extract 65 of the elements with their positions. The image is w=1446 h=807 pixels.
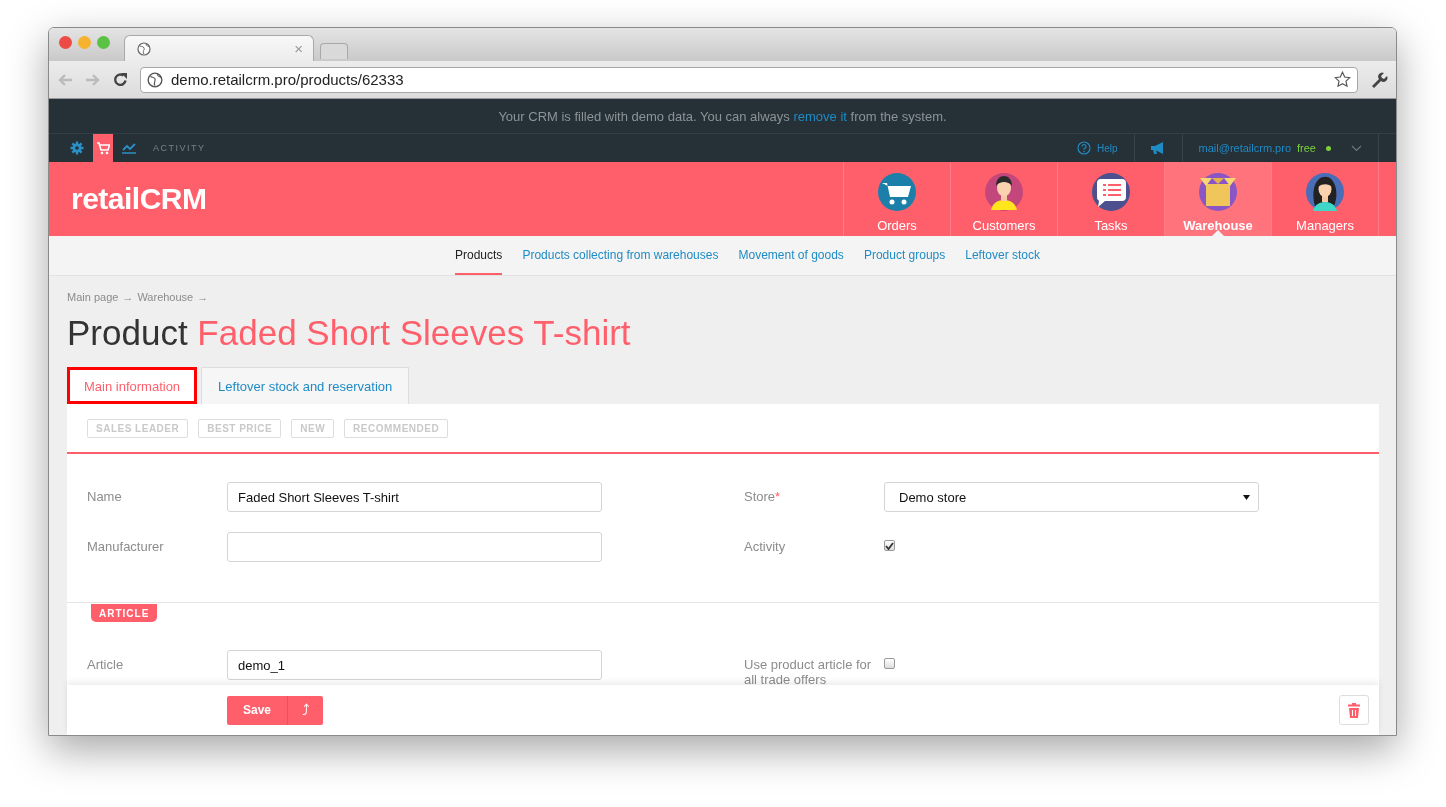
nav-item[interactable]: Orders (844, 162, 951, 236)
delete-button[interactable] (1339, 695, 1369, 725)
address-bar[interactable]: demo.retailcrm.pro/products/62333 (140, 66, 1358, 93)
checkbox[interactable] (884, 540, 895, 551)
field-label: Store* (744, 488, 782, 504)
help-icon (1077, 141, 1091, 155)
section-label: ACTIVITY (153, 143, 206, 153)
tab[interactable]: Leftover stock and reservation (201, 367, 410, 404)
text-field[interactable]: Faded Short Sleeves T-shirt (227, 482, 602, 512)
field-label: Name (87, 488, 123, 504)
text-field[interactable]: demo_1 (227, 650, 602, 680)
field-label: Activity (744, 538, 787, 554)
field-label: Manufacturer (87, 538, 165, 554)
chevron-down-icon[interactable] (1351, 144, 1362, 152)
demo-notice: Your CRM is filled with demo data. You can always remove it from the system. (498, 108, 947, 124)
logo[interactable]: retailCRM (71, 182, 207, 216)
nav-item[interactable]: Customers (951, 162, 1058, 236)
person-icon (984, 171, 1024, 212)
section-tag: ARTICLE (91, 604, 158, 622)
tab[interactable]: Main information (67, 367, 198, 404)
plan-label: free (1297, 142, 1316, 154)
subnav-link[interactable]: Product groups (863, 236, 946, 275)
nav-item[interactable]: Warehouse (1165, 162, 1272, 236)
page-title: Product Faded Short Sleeves T-shirt (67, 313, 632, 353)
nav-item[interactable]: Managers (1272, 162, 1379, 236)
subnav-link[interactable]: Products collecting from warehouses (522, 236, 719, 275)
browser-tab[interactable]: × (124, 35, 314, 61)
chart-icon (122, 142, 136, 154)
caret-icon (1243, 494, 1250, 500)
box-icon (1198, 171, 1238, 212)
reload-icon[interactable] (113, 72, 128, 87)
subnav-link[interactable]: Leftover stock (965, 236, 1040, 275)
close-window-button[interactable] (59, 36, 72, 49)
cart-icon (96, 141, 110, 155)
settings-icon (70, 141, 84, 155)
subnav-link[interactable]: Movement of goods (738, 236, 844, 275)
chat-list-icon (1091, 171, 1131, 212)
megaphone-icon[interactable] (1150, 142, 1166, 154)
field-label: Article (87, 656, 125, 672)
save-and-exit-button[interactable]: ⤴ (287, 695, 323, 725)
cart-icon (877, 171, 917, 212)
forward-icon[interactable] (85, 72, 101, 87)
tab-close-button[interactable]: × (294, 40, 303, 57)
breadcrumb-separator: → (197, 291, 209, 305)
wrench-icon[interactable] (1370, 70, 1388, 89)
field-label: Use product article for all trade offers (744, 656, 873, 685)
account-email[interactable]: mail@retailcrm.pro (1198, 142, 1292, 154)
new-tab-button[interactable] (320, 43, 348, 59)
select-field[interactable]: Demo store (884, 482, 1259, 512)
toolbar-button[interactable] (93, 134, 113, 162)
text-field[interactable] (227, 532, 602, 562)
trash-icon (1348, 702, 1360, 718)
remove-link[interactable]: remove it (793, 108, 847, 124)
person-icon (1305, 171, 1345, 212)
breadcrumb-separator: → (122, 291, 134, 305)
help-link[interactable]: Help (1097, 142, 1118, 154)
checkbox[interactable] (884, 658, 895, 669)
globe-icon (147, 71, 163, 88)
back-icon[interactable] (57, 72, 73, 87)
star-icon[interactable] (1334, 71, 1351, 88)
breadcrumb-link[interactable]: Main page (67, 291, 119, 305)
breadcrumb-link[interactable]: Warehouse (137, 291, 194, 305)
maximize-window-button[interactable] (97, 36, 110, 49)
globe-icon (137, 41, 151, 56)
save-button[interactable]: Save (227, 695, 287, 725)
